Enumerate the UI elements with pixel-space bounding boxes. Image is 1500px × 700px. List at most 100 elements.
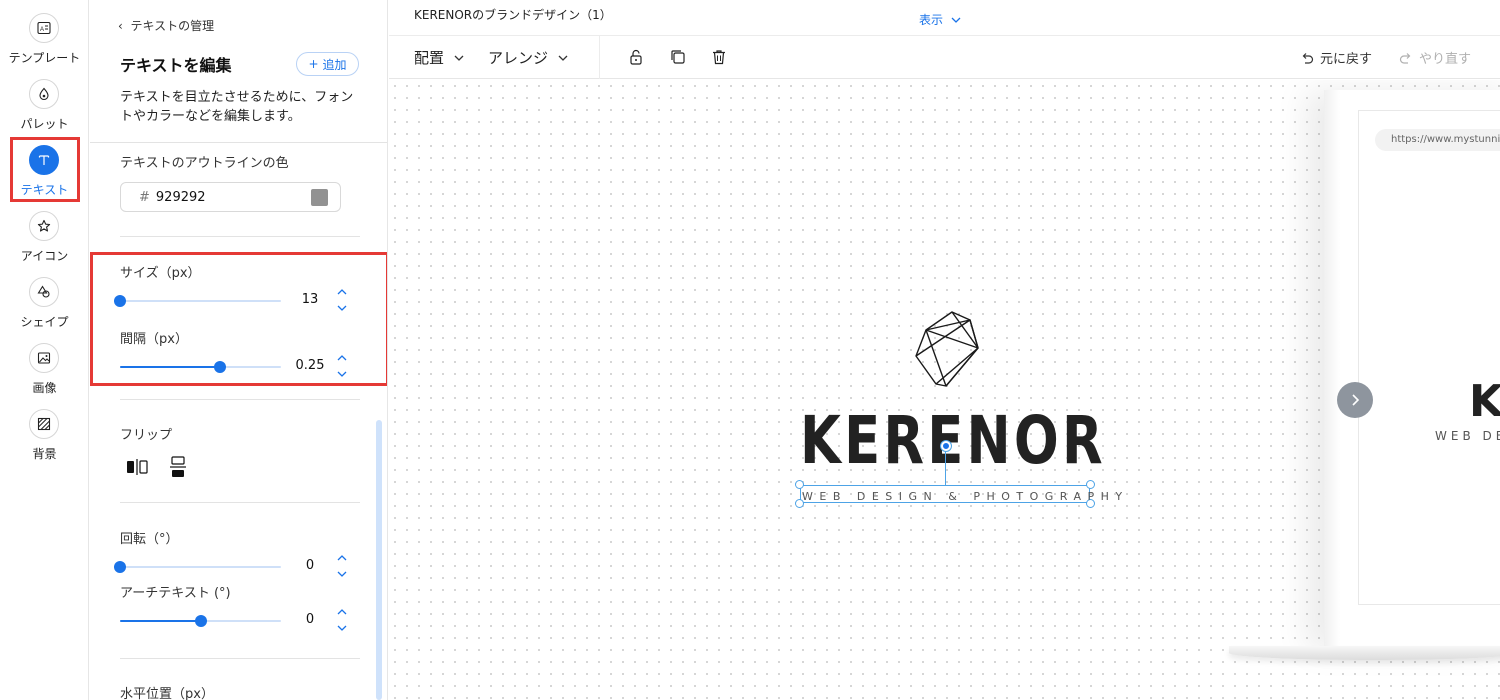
flip-vertical-button[interactable] <box>166 455 190 479</box>
chevron-right-icon <box>1352 394 1360 406</box>
arch-stepper[interactable] <box>336 608 348 632</box>
device-stand <box>1229 646 1500 660</box>
size-label: サイズ（px） <box>120 266 201 281</box>
panel-scrollbar[interactable] <box>376 420 382 700</box>
rail-item-palette[interactable]: パレット <box>0 79 89 139</box>
align-label: アレンジ <box>488 49 549 67</box>
add-button[interactable]: + 追加 <box>296 52 359 76</box>
document-title: KERENORのブランドデザイン（1） <box>414 8 612 22</box>
divider <box>120 658 360 659</box>
back-button[interactable]: ‹ テキストの管理 <box>118 17 214 34</box>
text-icon <box>29 145 59 175</box>
arch-value[interactable]: 0 <box>290 612 330 627</box>
delete-button[interactable] <box>710 48 728 66</box>
chevron-left-icon: ‹ <box>118 19 123 33</box>
rail-label: シェイプ <box>20 315 69 329</box>
rail-item-template[interactable]: A テンプレート <box>0 13 89 73</box>
rail-item-image[interactable]: 画像 <box>0 343 89 403</box>
rotation-slider[interactable] <box>114 560 281 574</box>
resize-handle-top-left[interactable] <box>795 480 804 489</box>
slider-thumb[interactable] <box>114 295 126 307</box>
slider-thumb[interactable] <box>114 561 126 573</box>
spacing-label: 間隔（px） <box>120 332 188 347</box>
divider <box>599 36 600 79</box>
rail-item-icon[interactable]: アイコン <box>0 211 89 271</box>
logo-group[interactable]: KERENOR WEB DESIGN & PHOTOGRAPHY <box>794 310 1129 510</box>
slider-thumb[interactable] <box>213 361 226 373</box>
gem-logo-icon[interactable] <box>912 310 982 390</box>
rail-item-shape[interactable]: シェイプ <box>0 277 89 337</box>
rail-item-background[interactable]: 背景 <box>0 409 89 469</box>
rotation-stepper[interactable] <box>336 554 348 578</box>
arrange-dropdown[interactable]: 配置 <box>414 47 464 68</box>
add-label: 追加 <box>322 57 347 72</box>
rail-label: 背景 <box>32 447 57 461</box>
slider-thumb[interactable] <box>194 615 207 627</box>
back-label: テキストの管理 <box>130 19 215 33</box>
shape-icon <box>29 277 59 307</box>
size-value[interactable]: 13 <box>290 292 330 307</box>
divider <box>120 502 360 503</box>
spacing-slider[interactable] <box>120 360 281 374</box>
outline-color-value: 929292 <box>155 189 206 205</box>
image-icon <box>29 343 59 373</box>
undo-button[interactable]: 元に戻す <box>1300 48 1372 67</box>
chevron-down-icon <box>558 55 568 61</box>
star-icon <box>29 211 59 241</box>
rail-item-text[interactable]: テキスト <box>0 145 89 205</box>
view-label: 表示 <box>919 13 944 27</box>
logo-tagline: WEB DESIGN & PHOTOGRAPHY <box>802 490 1129 503</box>
color-swatch[interactable] <box>311 189 328 206</box>
preview-url-bar: https://www.mystunnin <box>1375 129 1500 151</box>
rotation-value[interactable]: 0 <box>290 558 330 573</box>
top-toolbar: KERENORのブランドデザイン（1） 表示 配置 アレンジ 元に戻す やり直す <box>389 0 1500 79</box>
hpos-label: 水平位置（px） <box>120 687 214 700</box>
template-icon: A <box>29 13 59 43</box>
flip-label: フリップ <box>120 428 173 443</box>
arch-slider[interactable] <box>120 614 281 628</box>
size-stepper[interactable] <box>336 288 348 312</box>
arrange-label: 配置 <box>414 49 445 67</box>
rail-label: 画像 <box>32 381 57 395</box>
outline-color-input[interactable]: # 929292 <box>120 182 341 212</box>
tool-rail: A テンプレート パレット テキスト アイコン シェイプ 画像 背景 <box>0 0 89 700</box>
rail-label: テンプレート <box>8 51 81 65</box>
panel-title: テキストを編集 <box>120 56 232 75</box>
redo-icon <box>1399 52 1411 64</box>
rotation-line <box>945 450 946 485</box>
undo-label: 元に戻す <box>1320 52 1373 67</box>
divider <box>120 399 360 400</box>
design-canvas[interactable]: KERENOR WEB DESIGN & PHOTOGRAPHY https:/… <box>389 80 1500 700</box>
hash-prefix: # <box>139 189 150 205</box>
device-mockup: https://www.mystunnin K WEB DES <box>1324 90 1500 650</box>
flip-vertical-icon <box>170 456 186 477</box>
chevron-down-icon <box>454 55 464 61</box>
redo-button[interactable]: やり直す <box>1399 48 1471 67</box>
spacing-value[interactable]: 0.25 <box>290 358 330 373</box>
logo-wordmark[interactable]: KERENOR <box>800 402 1103 479</box>
flip-horizontal-icon <box>127 459 148 475</box>
divider <box>389 35 1500 36</box>
preview-tagline: WEB DES <box>1435 429 1500 443</box>
view-dropdown[interactable]: 表示 <box>919 11 961 28</box>
divider <box>120 236 360 237</box>
device-screen: https://www.mystunnin K WEB DES <box>1358 110 1500 605</box>
size-slider[interactable] <box>114 294 281 308</box>
unlock-icon <box>630 49 642 65</box>
duplicate-icon <box>671 50 685 64</box>
next-preview-button[interactable] <box>1337 382 1373 418</box>
duplicate-button[interactable] <box>669 48 687 66</box>
divider <box>90 142 387 143</box>
spacing-stepper[interactable] <box>336 354 348 378</box>
align-dropdown[interactable]: アレンジ <box>488 47 568 68</box>
undo-icon <box>1302 52 1314 64</box>
rotation-label: 回転（°） <box>120 532 179 547</box>
trash-icon <box>713 50 725 65</box>
resize-handle-top-right[interactable] <box>1086 480 1095 489</box>
flip-horizontal-button[interactable] <box>125 455 149 479</box>
palette-icon <box>29 79 59 109</box>
unlock-button[interactable] <box>627 48 645 66</box>
rotation-handle[interactable] <box>941 441 951 451</box>
panel-description: テキストを目立たさせるために、フォントやカラーなどを編集します。 <box>120 90 354 124</box>
rail-label: テキスト <box>20 183 69 197</box>
